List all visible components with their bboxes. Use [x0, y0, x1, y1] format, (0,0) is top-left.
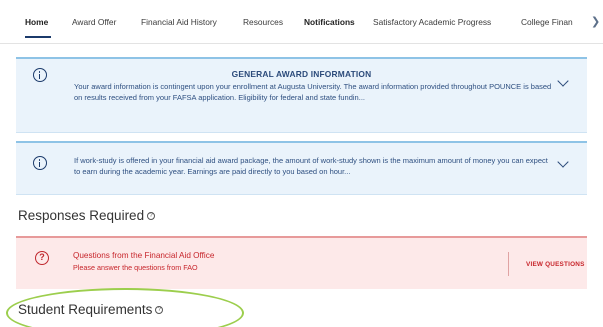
tab-notifications[interactable]: Notifications [304, 17, 355, 27]
responses-required-heading: Responses Required? [18, 208, 156, 223]
alert-title[interactable]: Questions from the Financial Aid Office [73, 251, 214, 260]
divider [508, 252, 509, 276]
tab-bar: Home Award Offer Financial Aid History R… [0, 0, 603, 44]
fao-questions-alert: ? Questions from the Financial Aid Offic… [16, 236, 587, 289]
chevron-down-icon[interactable] [557, 156, 569, 168]
view-questions-button[interactable]: VIEW QUESTIONS [526, 261, 585, 268]
tab-award-offer[interactable]: Award Offer [72, 17, 116, 27]
work-study-card: If work-study is offered in your financi… [16, 141, 587, 195]
tab-financial-aid-history[interactable]: Financial Aid History [141, 17, 217, 27]
tab-satisfactory-academic-progress[interactable]: Satisfactory Academic Progress [373, 17, 491, 27]
active-tab-indicator [25, 36, 51, 38]
tab-home[interactable]: Home [25, 17, 48, 27]
tab-resources[interactable]: Resources [243, 17, 283, 27]
tab-college-financing[interactable]: College Finan [521, 17, 573, 27]
highlight-ellipse [6, 288, 244, 327]
question-icon: ? [35, 251, 49, 265]
help-icon[interactable]: ? [147, 212, 156, 221]
alert-subtitle: Please answer the questions from FAO [73, 263, 198, 272]
chevron-right-icon[interactable]: ❯ [591, 15, 600, 28]
card-text: If work-study is offered in your financi… [74, 156, 548, 176]
responses-required-title: Responses Required [18, 208, 145, 223]
info-icon [33, 156, 47, 170]
general-award-information-card: GENERAL AWARD INFORMATION Your award inf… [16, 57, 587, 133]
card-title: GENERAL AWARD INFORMATION [231, 69, 372, 79]
card-text: Your award information is contingent upo… [74, 82, 552, 102]
